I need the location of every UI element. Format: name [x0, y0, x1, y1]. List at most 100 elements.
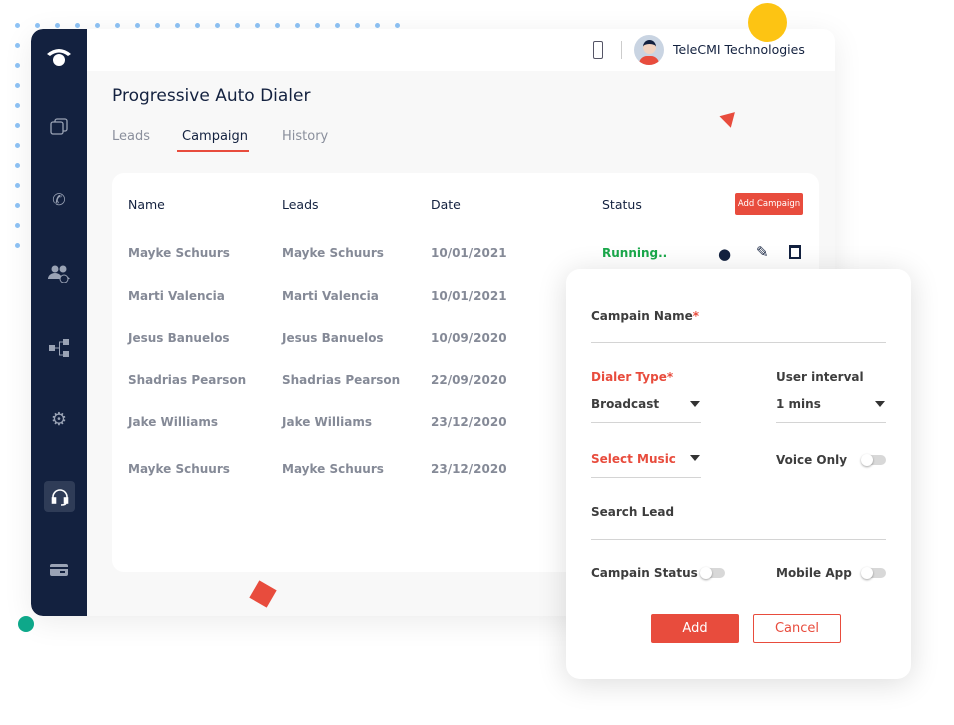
- sidebar-item-calls[interactable]: ✆: [45, 185, 73, 213]
- cell-leads: Mayke Schuurs: [282, 462, 384, 476]
- cell-date: 10/01/2021: [431, 246, 507, 260]
- decor-dot: [15, 43, 20, 48]
- decor-dot: [15, 63, 20, 68]
- decor-dot: [235, 23, 240, 28]
- cell-name: Jake Williams: [128, 415, 218, 429]
- column-header-name: Name: [128, 197, 165, 212]
- decor-dot: [15, 183, 20, 188]
- cell-leads: Mayke Schuurs: [282, 246, 384, 260]
- decor-dot: [55, 23, 60, 28]
- tab-leads[interactable]: Leads: [112, 129, 150, 144]
- cell-date: 10/09/2020: [431, 331, 507, 345]
- decor-dot: [395, 23, 400, 28]
- decor-dot: [175, 23, 180, 28]
- cell-date: 23/12/2020: [431, 462, 507, 476]
- decor-dot: [15, 203, 20, 208]
- decor-dot: [115, 23, 120, 28]
- add-campaign-modal: Campain Name* Dialer Type* Broadcast Use…: [566, 269, 911, 679]
- logo-icon: [45, 43, 73, 71]
- sidebar-item-dialer[interactable]: [44, 481, 75, 512]
- decor-dot: [15, 223, 20, 228]
- dialer-type-underline: [591, 422, 701, 423]
- cell-date: 23/12/2020: [431, 415, 507, 429]
- trash-icon[interactable]: [789, 245, 801, 259]
- decor-dot: [15, 23, 20, 28]
- top-header: TeleCMI Technologies ⌄: [87, 29, 835, 71]
- gear-icon: ⚙: [50, 408, 68, 430]
- mobile-app-toggle[interactable]: [861, 567, 886, 579]
- cell-leads: Jesus Banuelos: [282, 331, 384, 345]
- cell-leads: Jake Williams: [282, 415, 372, 429]
- decor-dot: [15, 163, 20, 168]
- user-interval-label: User interval: [776, 370, 864, 384]
- decor-dot: [155, 23, 160, 28]
- cell-date: 22/09/2020: [431, 373, 507, 387]
- decor-dot: [215, 23, 220, 28]
- campaign-name-label: Campain Name*: [591, 309, 699, 323]
- decor-dot: [15, 143, 20, 148]
- cell-status: Running..: [602, 246, 668, 260]
- decor-dot: [75, 23, 80, 28]
- decor-yellow-circle: [748, 3, 787, 42]
- decor-dot: [195, 23, 200, 28]
- decor-dot: [355, 23, 360, 28]
- sidebar-item-settings[interactable]: ⚙: [45, 405, 73, 433]
- add-button[interactable]: Add: [651, 614, 739, 643]
- mobile-app-label: Mobile App: [776, 566, 852, 580]
- tab-history[interactable]: History: [282, 129, 328, 144]
- decor-dot: [15, 83, 20, 88]
- decor-dot: [315, 23, 320, 28]
- campaign-status-label: Campain Status: [591, 566, 698, 580]
- column-header-date: Date: [431, 197, 461, 212]
- sidebar-item-broadcast[interactable]: [45, 113, 73, 141]
- edit-icon[interactable]: ✎: [756, 243, 769, 261]
- avatar[interactable]: [634, 35, 664, 65]
- select-music-underline: [591, 477, 701, 478]
- cell-name: Mayke Schuurs: [128, 246, 230, 260]
- sidebar: ✆ ⚙: [31, 29, 87, 616]
- eye-icon[interactable]: ●: [718, 245, 731, 263]
- tab-campaign[interactable]: Campaign: [182, 129, 248, 144]
- search-lead-input[interactable]: [591, 539, 886, 540]
- user-interval-select[interactable]: 1 mins: [776, 397, 821, 411]
- decor-teal-dot: [18, 616, 34, 632]
- caret-down-icon: [690, 401, 700, 407]
- column-header-leads: Leads: [282, 197, 319, 212]
- decor-dot: [295, 23, 300, 28]
- decor-dot: [135, 23, 140, 28]
- user-interval-underline: [776, 422, 886, 423]
- decor-dot: [35, 23, 40, 28]
- sidebar-item-billing[interactable]: [45, 556, 73, 584]
- cell-leads: Shadrias Pearson: [282, 373, 401, 387]
- caret-down-icon: [690, 455, 700, 461]
- cell-date: 10/01/2021: [431, 289, 507, 303]
- voice-only-label: Voice Only: [776, 453, 848, 467]
- decor-dot: [95, 23, 100, 28]
- company-name[interactable]: TeleCMI Technologies: [673, 42, 805, 57]
- cancel-button[interactable]: Cancel: [753, 614, 841, 643]
- decor-dot: [335, 23, 340, 28]
- sidebar-item-flow[interactable]: [45, 334, 73, 362]
- cell-name: Mayke Schuurs: [128, 462, 230, 476]
- decor-dot: [255, 23, 260, 28]
- mobile-icon[interactable]: [593, 41, 603, 59]
- decor-dot: [15, 123, 20, 128]
- search-lead-label: Search Lead: [591, 505, 675, 519]
- column-header-status: Status: [602, 197, 642, 212]
- dialer-type-select[interactable]: Broadcast: [591, 397, 659, 411]
- caret-down-icon: [875, 401, 885, 407]
- cell-leads: Marti Valencia: [282, 289, 379, 303]
- cell-name: Shadrias Pearson: [128, 373, 247, 387]
- active-tab-indicator: [177, 150, 249, 152]
- sidebar-item-contacts[interactable]: [45, 260, 73, 288]
- add-campaign-button[interactable]: Add Campaign: [735, 193, 803, 215]
- cell-name: Marti Valencia: [128, 289, 225, 303]
- phone-icon: ✆: [52, 189, 66, 209]
- select-music-dropdown[interactable]: Select Music: [591, 452, 676, 466]
- cell-name: Jesus Banuelos: [128, 331, 230, 345]
- campaign-status-toggle[interactable]: [700, 567, 725, 579]
- page-title: Progressive Auto Dialer: [112, 86, 311, 106]
- campaign-name-input[interactable]: [591, 342, 886, 343]
- decor-dot: [15, 243, 20, 248]
- voice-only-toggle[interactable]: [861, 454, 886, 466]
